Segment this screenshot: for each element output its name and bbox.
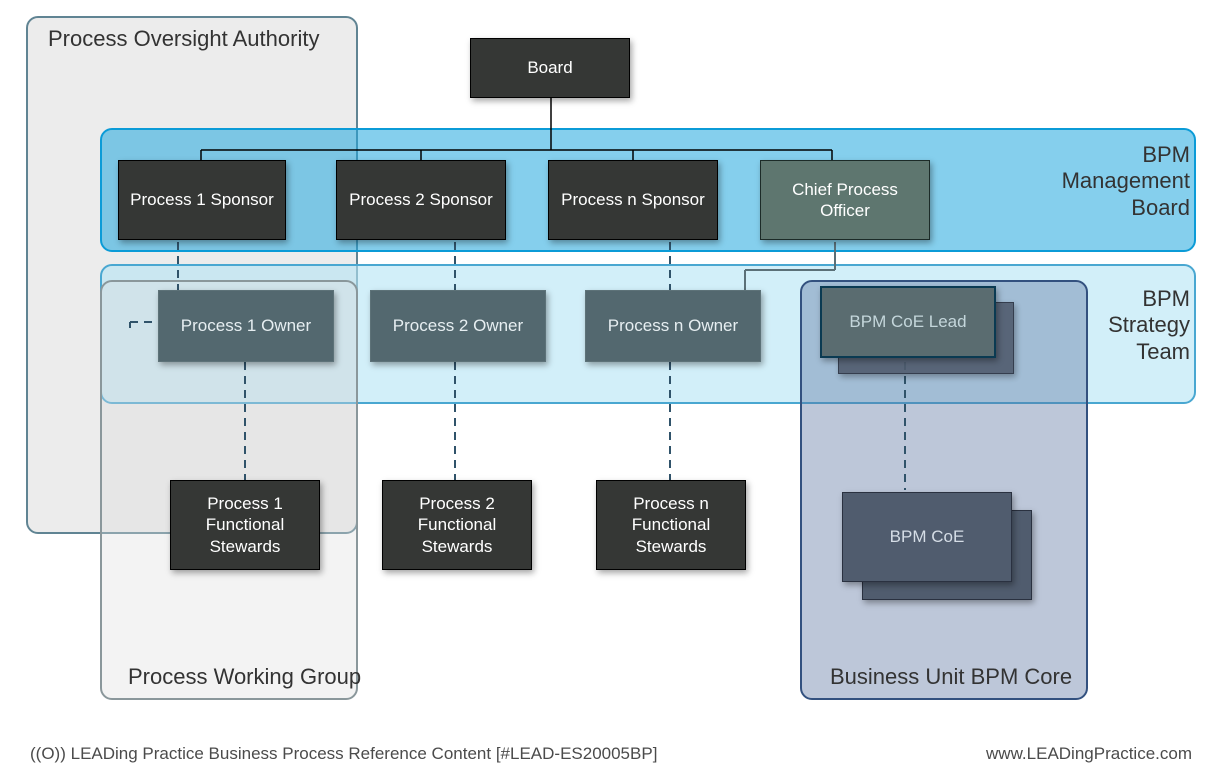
footer-url: www.LEADingPractice.com [986,744,1192,764]
logo-icon: ((O)) [30,744,66,763]
node-process-n-owner: Process n Owner [585,290,761,362]
node-process-1-owner: Process 1 Owner [158,290,334,362]
label-strategy-team: BPM Strategy Team [1060,286,1190,365]
node-process-n-sponsor: Process n Sponsor [548,160,718,240]
footer-attribution: ((O)) LEADing Practice Business Process … [30,744,657,764]
diagram-canvas: Process Oversight Authority BPM Manageme… [0,0,1222,776]
node-process-2-stewards: Process 2 Functional Stewards [382,480,532,570]
node-process-n-stewards: Process n Functional Stewards [596,480,746,570]
node-process-2-sponsor: Process 2 Sponsor [336,160,506,240]
node-process-1-stewards: Process 1 Functional Stewards [170,480,320,570]
label-oversight: Process Oversight Authority [48,26,319,52]
label-bpm-core: Business Unit BPM Core [830,664,1072,690]
node-chief-process-officer: Chief Process Officer [760,160,930,240]
node-board: Board [470,38,630,98]
node-bpm-coe-lead: BPM CoE Lead [820,286,996,358]
node-bpm-coe: BPM CoE [842,492,1012,582]
label-working-group: Process Working Group [128,664,361,690]
node-process-1-sponsor: Process 1 Sponsor [118,160,286,240]
node-process-2-owner: Process 2 Owner [370,290,546,362]
label-management-board: BPM Management Board [1040,142,1190,221]
